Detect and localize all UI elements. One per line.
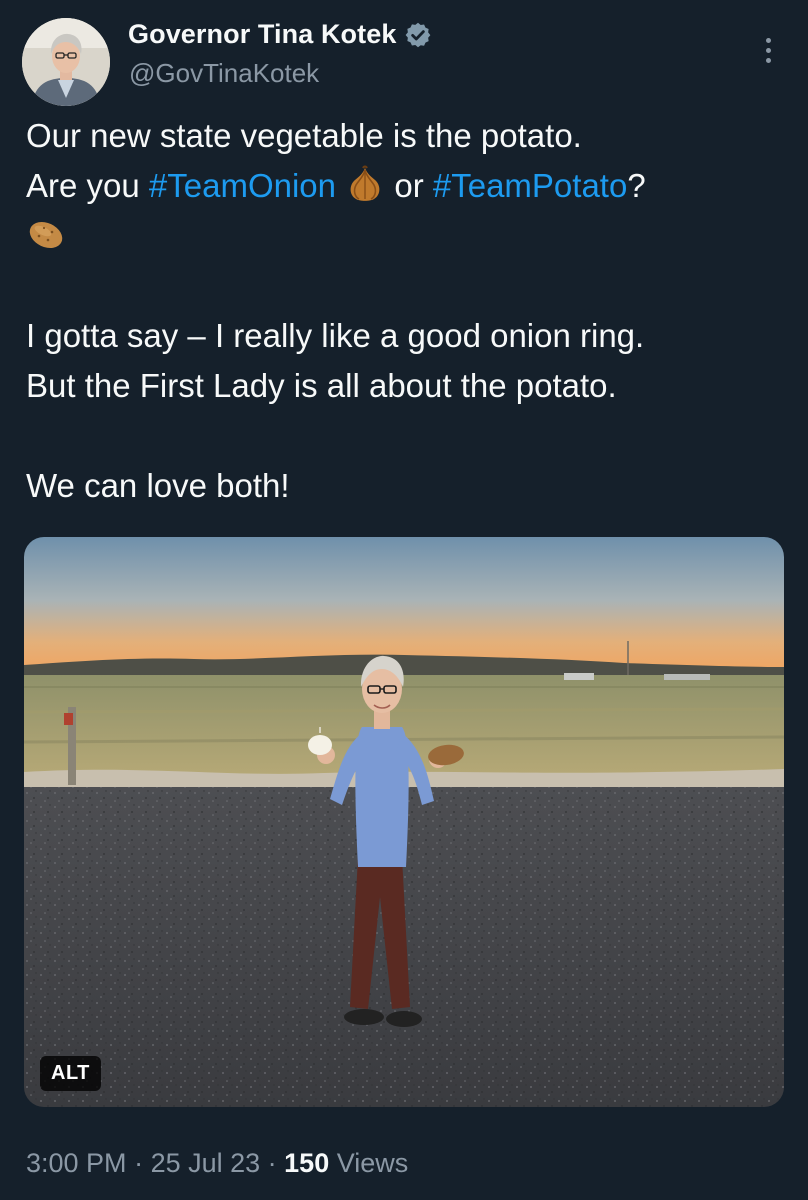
tweet-time-link[interactable]: 3:00 PM [26,1148,127,1178]
more-dot-icon [765,47,771,53]
tweet-line: We can love both! [26,467,290,504]
hashtag-team-onion-link[interactable]: #TeamOnion [149,167,336,204]
tweet-line: But the First Lady is all about the pota… [26,367,617,404]
author-name-row: Governor Tina Kotek [128,19,432,50]
tweet-text-fragment: Are you [26,167,149,204]
avatar[interactable] [22,18,110,106]
more-dot-icon [765,57,771,63]
meta-separator: · [260,1148,285,1178]
author-display-name[interactable]: Governor Tina Kotek [128,19,396,50]
tweet-photo[interactable]: ALT [24,537,784,1107]
tweet-line: Are you #TeamOnion or #TeamPotato? [26,161,786,211]
verified-badge-icon[interactable] [404,21,432,49]
tweet-text-fragment: or [385,167,433,204]
views-label: Views [329,1148,409,1178]
alt-text-button[interactable]: ALT [40,1056,101,1091]
tweet-text-fragment: ? [627,167,646,204]
views-count[interactable]: 150 [284,1148,329,1178]
more-dot-icon [765,37,771,43]
tweet-date-link[interactable]: 25 Jul 23 [151,1148,261,1178]
onion-emoji-icon [345,164,385,204]
tweet-line: Our new state vegetable is the potato. [26,117,582,154]
tweet-line [26,211,786,261]
more-options-button[interactable] [756,32,780,68]
hashtag-team-potato-link[interactable]: #TeamPotato [433,167,627,204]
author-handle[interactable]: @GovTinaKotek [129,58,319,89]
avatar-image [22,18,110,106]
potato-emoji-icon [26,214,66,254]
meta-separator: · [126,1148,151,1178]
tweet-text: Our new state vegetable is the potato. A… [26,111,786,511]
tweet-meta: 3:00 PM · 25 Jul 23 · 150 Views [26,1148,408,1179]
tweet-line: I gotta say – I really like a good onion… [26,317,645,354]
photo-scene [24,537,784,1107]
